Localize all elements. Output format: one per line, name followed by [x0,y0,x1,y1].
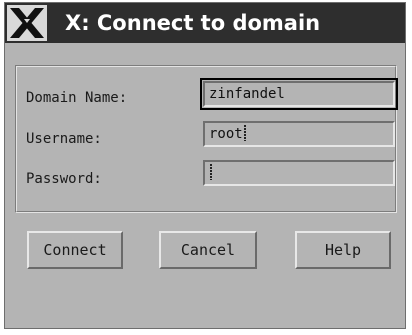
text-cursor [210,164,212,180]
window-title: X: Connect to domain [65,11,321,35]
title-bar[interactable]: X: Connect to domain [5,3,405,43]
domain-name-input[interactable]: zinfandel [200,78,398,110]
password-input[interactable] [203,160,395,186]
username-label: Username: [26,131,102,147]
connect-button[interactable]: Connect [27,231,123,269]
connect-dialog: X: Connect to domain Domain Name: zinfan… [4,2,406,329]
domain-name-value: zinfandel [209,86,285,102]
x-logo-icon [7,5,47,41]
cancel-button[interactable]: Cancel [159,231,257,269]
help-button[interactable]: Help [295,231,391,269]
username-input[interactable]: root [203,121,395,147]
text-cursor [243,125,246,141]
domain-name-label: Domain Name: [26,90,128,106]
password-label: Password: [26,171,102,187]
username-value: root [209,126,243,142]
